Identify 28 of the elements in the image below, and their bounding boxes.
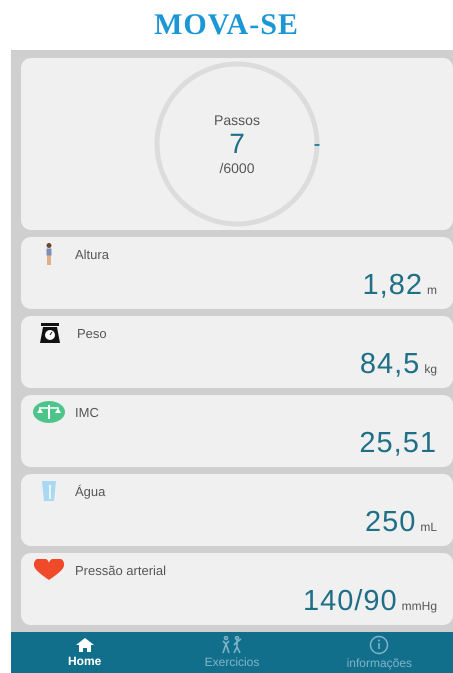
- steps-label: Passos: [214, 112, 260, 128]
- app-title: MOVA-SE: [153, 7, 300, 43]
- metric-label: Água: [75, 484, 106, 498]
- nav-tab[interactable]: informações: [306, 632, 453, 673]
- metric-value: 250: [364, 506, 416, 539]
- metric-value: 25,51: [359, 427, 437, 460]
- metric-unit: m: [427, 283, 437, 297]
- nav-tab[interactable]: Home: [11, 632, 158, 673]
- metric-label: IMC: [75, 404, 99, 420]
- metric-value: 1,82: [362, 269, 423, 302]
- metric-unit: mL: [420, 520, 437, 534]
- nav-tab[interactable]: Exercicios: [158, 632, 306, 673]
- info-icon: [369, 635, 390, 655]
- heart-icon: [33, 559, 65, 581]
- steps-count: 7: [229, 128, 245, 160]
- metric-value: 140/90: [302, 585, 398, 618]
- metric-label: Pressão arterial: [75, 562, 166, 578]
- stretching-figures-icon: [220, 636, 243, 654]
- metric-value: 84,5: [360, 348, 420, 381]
- standing-person-icon: [46, 243, 52, 265]
- metric-unit: kg: [424, 362, 437, 376]
- metric-label: Peso: [77, 326, 107, 340]
- scale-icon: [38, 322, 62, 344]
- balance-icon: [33, 401, 65, 423]
- metric-label: Altura: [75, 246, 109, 262]
- metric-unit: mmHg: [402, 599, 437, 613]
- home-icon: [74, 637, 95, 653]
- steps-goal: /6000: [219, 160, 255, 176]
